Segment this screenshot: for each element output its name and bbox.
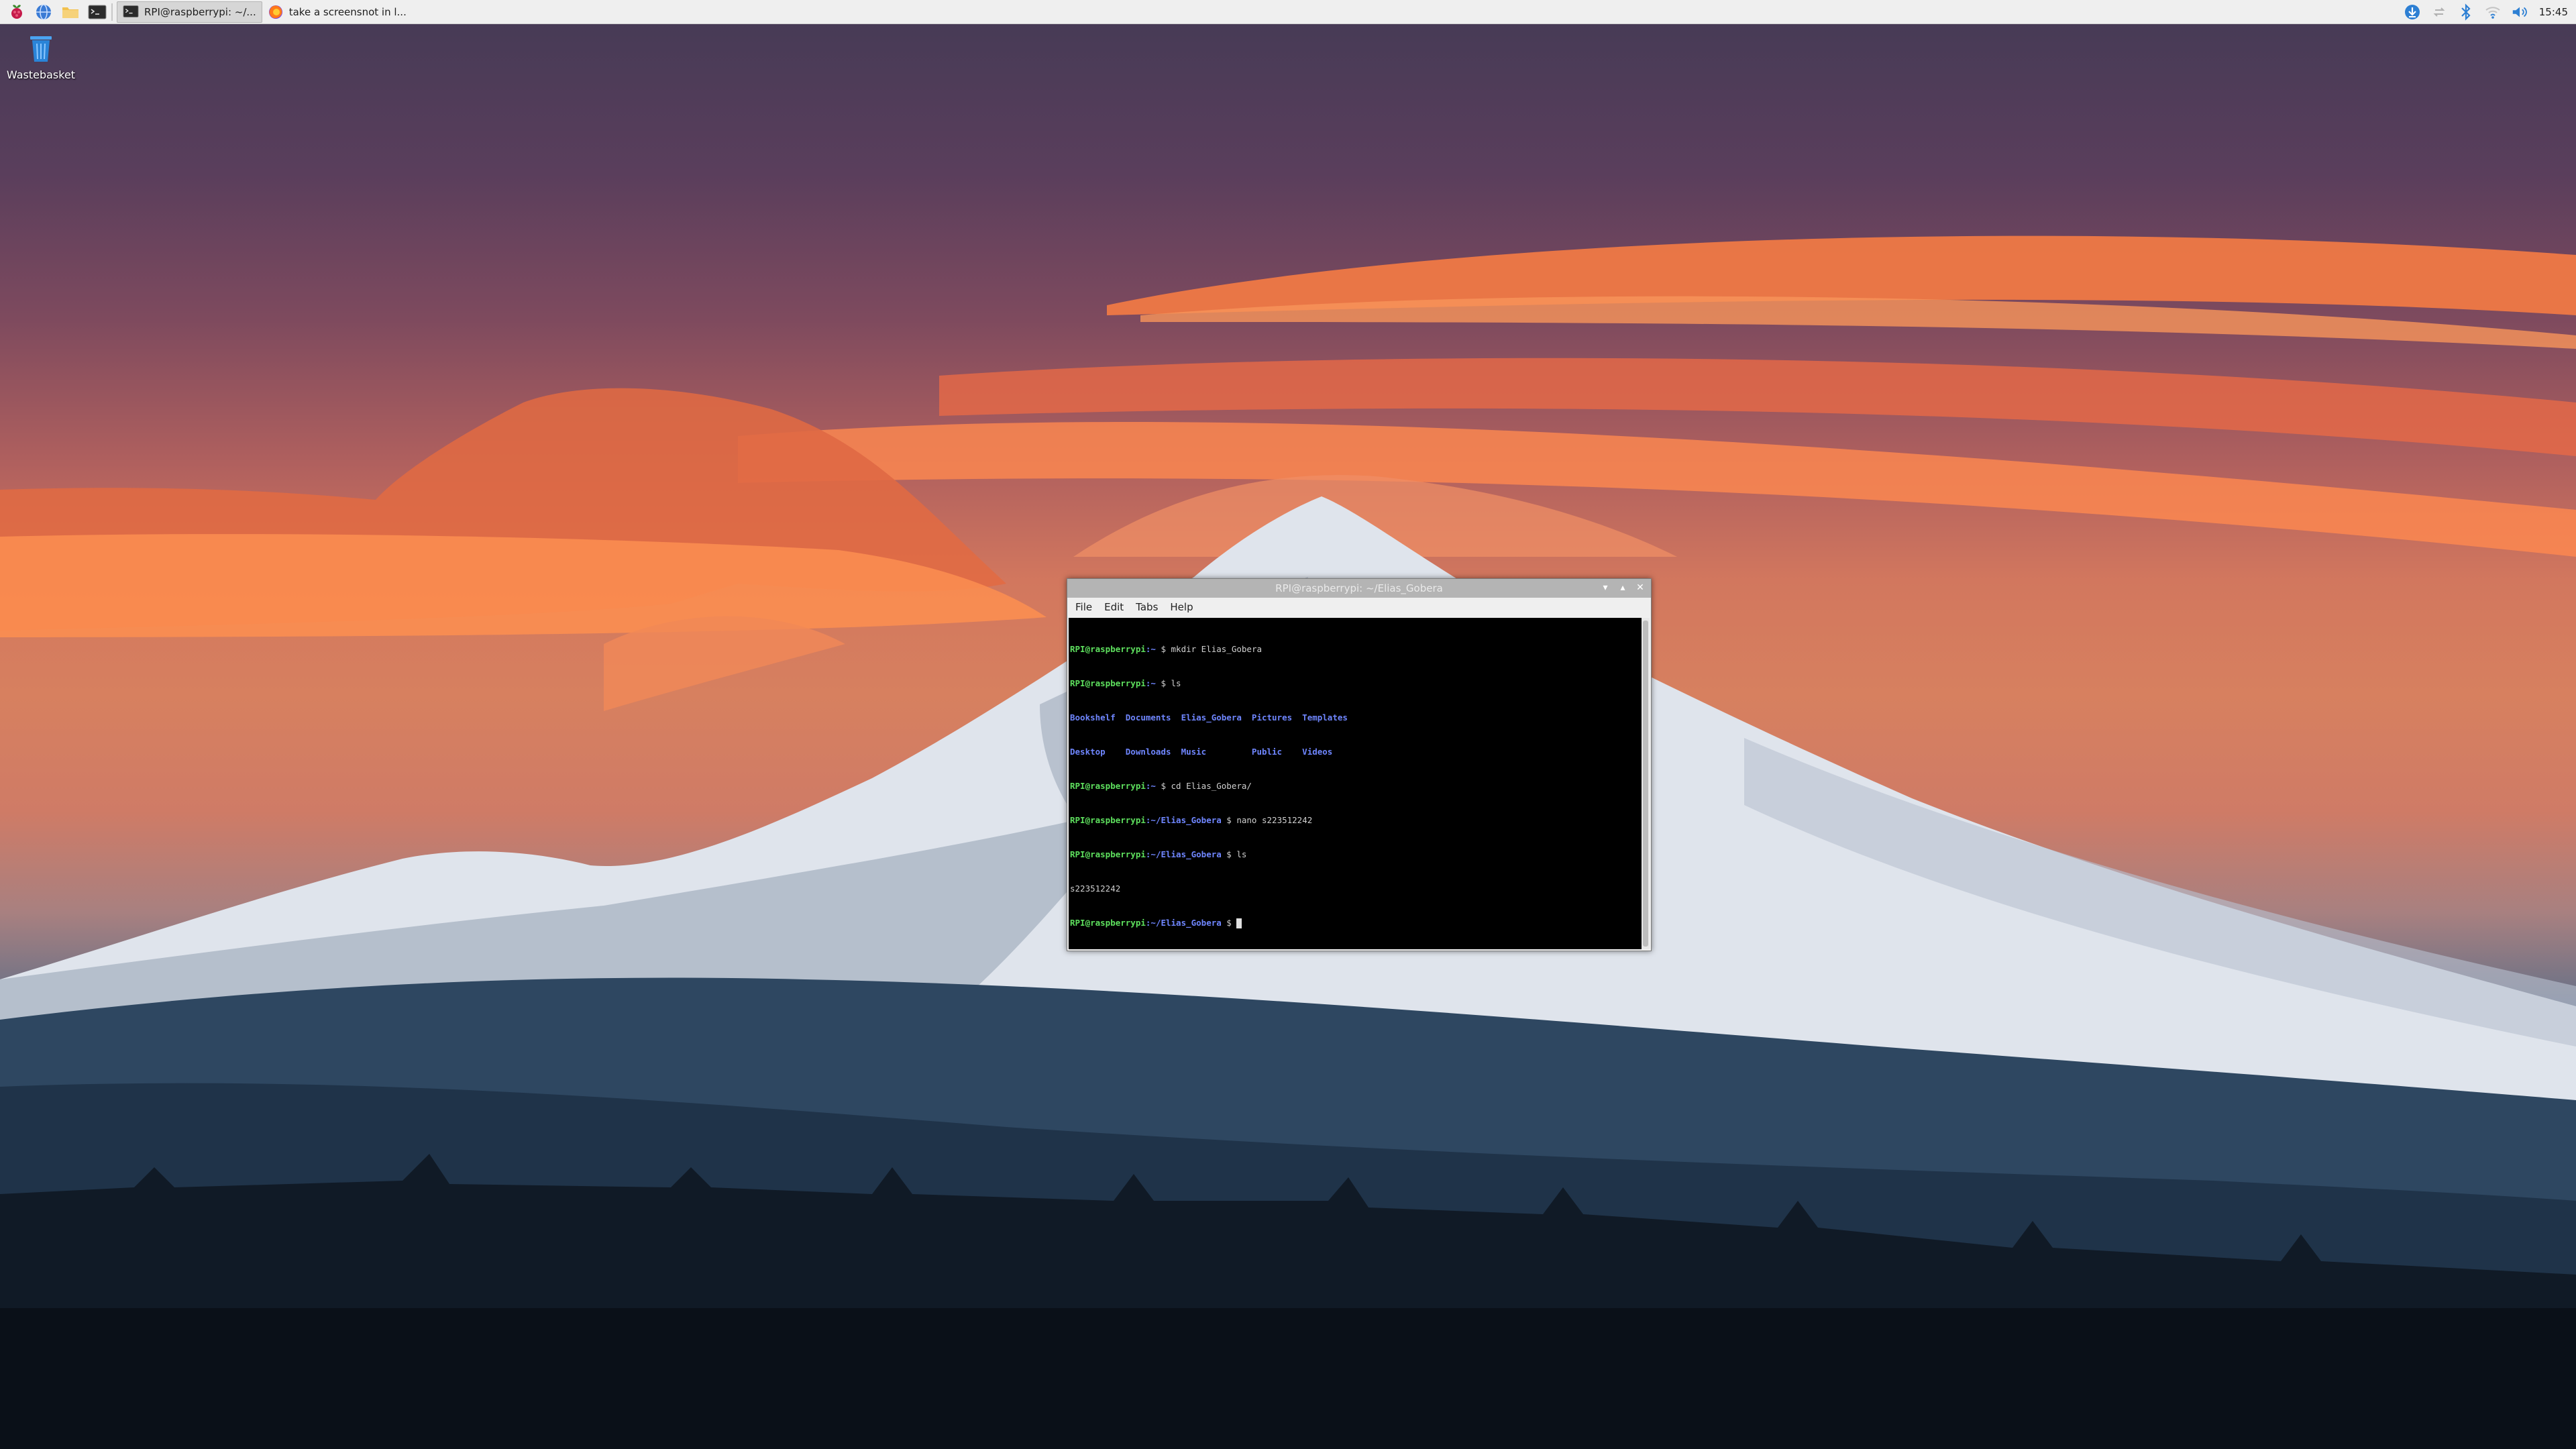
- scrollbar-thumb[interactable]: [1643, 621, 1648, 947]
- window-title: RPI@raspberrypi: ~/Elias_Gobera: [1275, 582, 1443, 594]
- file-manager-icon[interactable]: [60, 2, 80, 22]
- terminal-titlebar[interactable]: RPI@raspberrypi: ~/Elias_Gobera ▾ ▴ ✕: [1067, 579, 1651, 598]
- terminal-menubar: File Edit Tabs Help: [1067, 598, 1651, 616]
- terminal-line: RPI@raspberrypi:~ $ cd Elias_Gobera/: [1070, 781, 1252, 791]
- task-firefox[interactable]: take a screensnot in l...: [262, 1, 412, 23]
- close-icon[interactable]: ✕: [1633, 581, 1647, 594]
- browser-icon[interactable]: [34, 2, 54, 22]
- raspberry-menu-icon[interactable]: [7, 2, 27, 22]
- terminal-line: Bookshelf Documents Elias_Gobera Picture…: [1070, 712, 1348, 722]
- taskbar: RPI@raspberrypi: ~/... take a screensnot…: [0, 0, 2576, 24]
- terminal-line: s223512242: [1070, 883, 1121, 894]
- task-label: RPI@raspberrypi: ~/...: [144, 5, 256, 18]
- menu-tabs[interactable]: Tabs: [1133, 601, 1161, 613]
- taskbar-separator: [111, 3, 113, 21]
- terminal-line: RPI@raspberrypi:~/Elias_Gobera $ ls: [1070, 849, 1247, 859]
- terminal-window[interactable]: RPI@raspberrypi: ~/Elias_Gobera ▾ ▴ ✕ Fi…: [1067, 578, 1652, 951]
- wifi-icon[interactable]: [2484, 3, 2502, 21]
- menu-file[interactable]: File: [1073, 601, 1095, 613]
- task-terminal[interactable]: RPI@raspberrypi: ~/...: [117, 1, 262, 23]
- terminal-line: RPI@raspberrypi:~ $ ls: [1070, 678, 1181, 688]
- clock[interactable]: 15:45: [2539, 6, 2568, 18]
- trash-icon: [30, 36, 52, 62]
- task-label: take a screensnot in l...: [288, 5, 407, 18]
- network-transfer-icon[interactable]: [2430, 3, 2448, 21]
- text-cursor: [1236, 918, 1242, 928]
- menu-help[interactable]: Help: [1167, 601, 1195, 613]
- maximize-icon[interactable]: ▴: [1616, 581, 1629, 594]
- menu-edit[interactable]: Edit: [1102, 601, 1126, 613]
- system-tray: 15:45: [2394, 0, 2576, 24]
- wastebasket-label: Wastebasket: [6, 68, 76, 81]
- terminal-line: RPI@raspberrypi:~/Elias_Gobera $: [1070, 917, 1640, 928]
- terminal-launcher-icon[interactable]: [87, 2, 107, 22]
- terminal-line: Desktop Downloads Music Public Videos: [1070, 747, 1333, 757]
- terminal-line: RPI@raspberrypi:~/Elias_Gobera $ nano s2…: [1070, 815, 1313, 825]
- firefox-icon: [268, 4, 284, 20]
- wastebasket-desktop-icon[interactable]: Wastebasket: [4, 32, 78, 81]
- window-controls: ▾ ▴ ✕: [1595, 581, 1647, 594]
- terminal-icon: [123, 4, 139, 20]
- download-icon[interactable]: [2404, 3, 2421, 21]
- terminal-scrollbar[interactable]: [1642, 618, 1650, 949]
- bluetooth-icon[interactable]: [2457, 3, 2475, 21]
- terminal-line: RPI@raspberrypi:~ $ mkdir Elias_Gobera: [1070, 644, 1262, 654]
- volume-icon[interactable]: [2511, 3, 2528, 21]
- terminal-output[interactable]: RPI@raspberrypi:~ $ mkdir Elias_Gobera R…: [1069, 618, 1642, 949]
- desktop: RPI@raspberrypi: ~/... take a screensnot…: [0, 0, 2576, 1449]
- minimize-icon[interactable]: ▾: [1599, 581, 1612, 594]
